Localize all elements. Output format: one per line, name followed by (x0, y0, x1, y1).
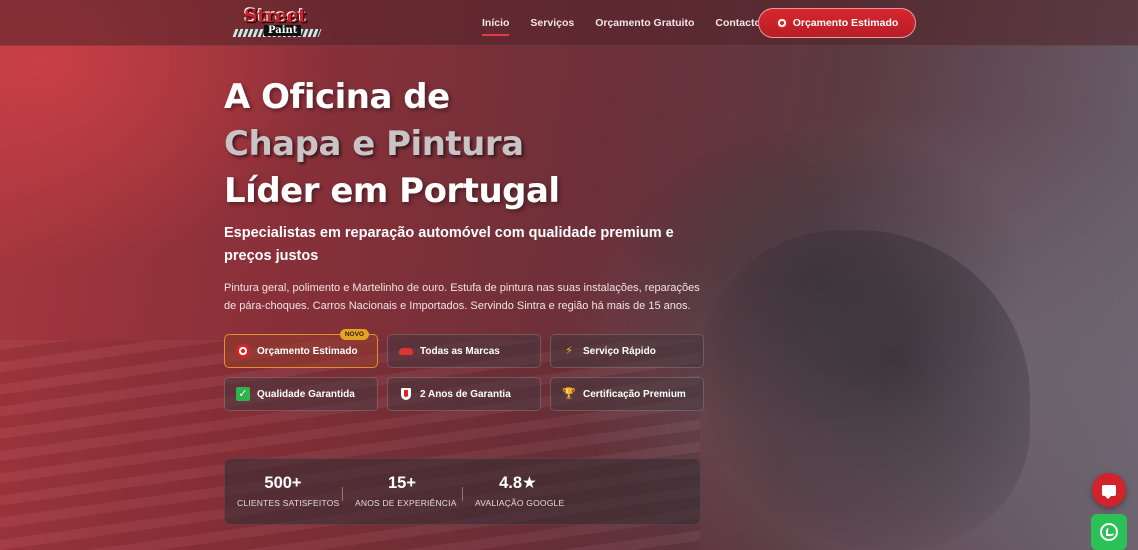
logo-text-top: Street (244, 5, 307, 27)
stat-value: 500+ (264, 474, 302, 492)
hero-subtitle: Especialistas em reparação automóvel com… (224, 225, 674, 264)
chat-icon (1102, 484, 1116, 499)
whatsapp-icon (1100, 523, 1118, 541)
stat-anos: 15+ ANOS DE EXPERIÊNCIA (355, 473, 457, 508)
feature-label: Orçamento Estimado (257, 345, 358, 357)
lightning-icon: ⚡ (565, 344, 573, 357)
shield-icon (399, 387, 413, 401)
logo-text-bottom: Paint (264, 25, 302, 36)
stat-divider (342, 487, 343, 501)
stat-value: 15+ (388, 474, 416, 492)
logo[interactable]: Street Paint (232, 5, 322, 39)
feature-certificacao-premium[interactable]: 🏆 Certificação Premium (550, 377, 704, 411)
feature-orcamento-estimado[interactable]: Orçamento Estimado NOVO (224, 329, 378, 368)
check-icon: ✓ (236, 387, 250, 401)
feature-label: Todas as Marcas (420, 345, 500, 357)
car-icon (399, 344, 413, 358)
feature-garantia[interactable]: 2 Anos de Garantia (387, 377, 541, 411)
stat-clientes: 500+ CLIENTES SATISFEITOS (237, 473, 340, 508)
feature-label: Qualidade Garantida (257, 388, 355, 400)
whatsapp-button[interactable] (1091, 514, 1127, 550)
chat-button[interactable] (1092, 473, 1126, 507)
new-badge: NOVO (339, 329, 369, 340)
hero-title: A Oficina de Chapa e Pintura Líder em Po… (224, 74, 560, 215)
stat-label: ANOS DE EXPERIÊNCIA (355, 498, 457, 508)
hero-title-line1: A Oficina de (224, 77, 450, 117)
feature-label: 2 Anos de Garantia (420, 388, 511, 400)
trophy-icon: 🏆 (562, 387, 576, 400)
nav-links: Início Serviços Orçamento Gratuito Conta… (482, 17, 782, 36)
feature-grid: Orçamento Estimado NOVO Todas as Marcas … (224, 329, 704, 411)
stat-avaliacao: 4.8★ AVALIAÇÃO GOOGLE (475, 473, 565, 508)
stat-label: CLIENTES SATISFEITOS (237, 498, 340, 508)
feature-qualidade-garantida[interactable]: ✓ Qualidade Garantida (224, 377, 378, 411)
hero-description: Pintura geral, polimento e Martelinho de… (224, 282, 700, 312)
feature-label: Serviço Rápido (583, 345, 656, 357)
feature-label: Certificação Premium (583, 388, 686, 400)
target-icon (236, 344, 250, 358)
nav-link-contacto[interactable]: Contacto (715, 17, 761, 29)
nav-link-servicos[interactable]: Serviços (530, 17, 574, 29)
feature-servico-rapido[interactable]: ⚡ Serviço Rápido (550, 334, 704, 368)
navbar: Street Paint Início Serviços Orçamento G… (0, 0, 1138, 46)
stat-divider (462, 487, 463, 501)
orcamento-estimado-label: Orçamento Estimado (792, 17, 899, 29)
orcamento-estimado-button[interactable]: Orçamento Estimado (758, 8, 916, 38)
feature-todas-as-marcas[interactable]: Todas as Marcas (387, 334, 541, 368)
hero-title-line3: Líder em Portugal (224, 171, 560, 211)
stat-label: AVALIAÇÃO GOOGLE (475, 498, 565, 508)
hero-title-line2: Chapa e Pintura (224, 124, 524, 164)
nav-link-inicio[interactable]: Início (482, 17, 510, 36)
stats-panel: 500+ CLIENTES SATISFEITOS 15+ ANOS DE EX… (224, 458, 701, 525)
nav-link-orcamento-gratuito[interactable]: Orçamento Gratuito (595, 17, 694, 29)
target-icon (775, 17, 788, 29)
stat-value: 4.8★ (499, 474, 537, 492)
